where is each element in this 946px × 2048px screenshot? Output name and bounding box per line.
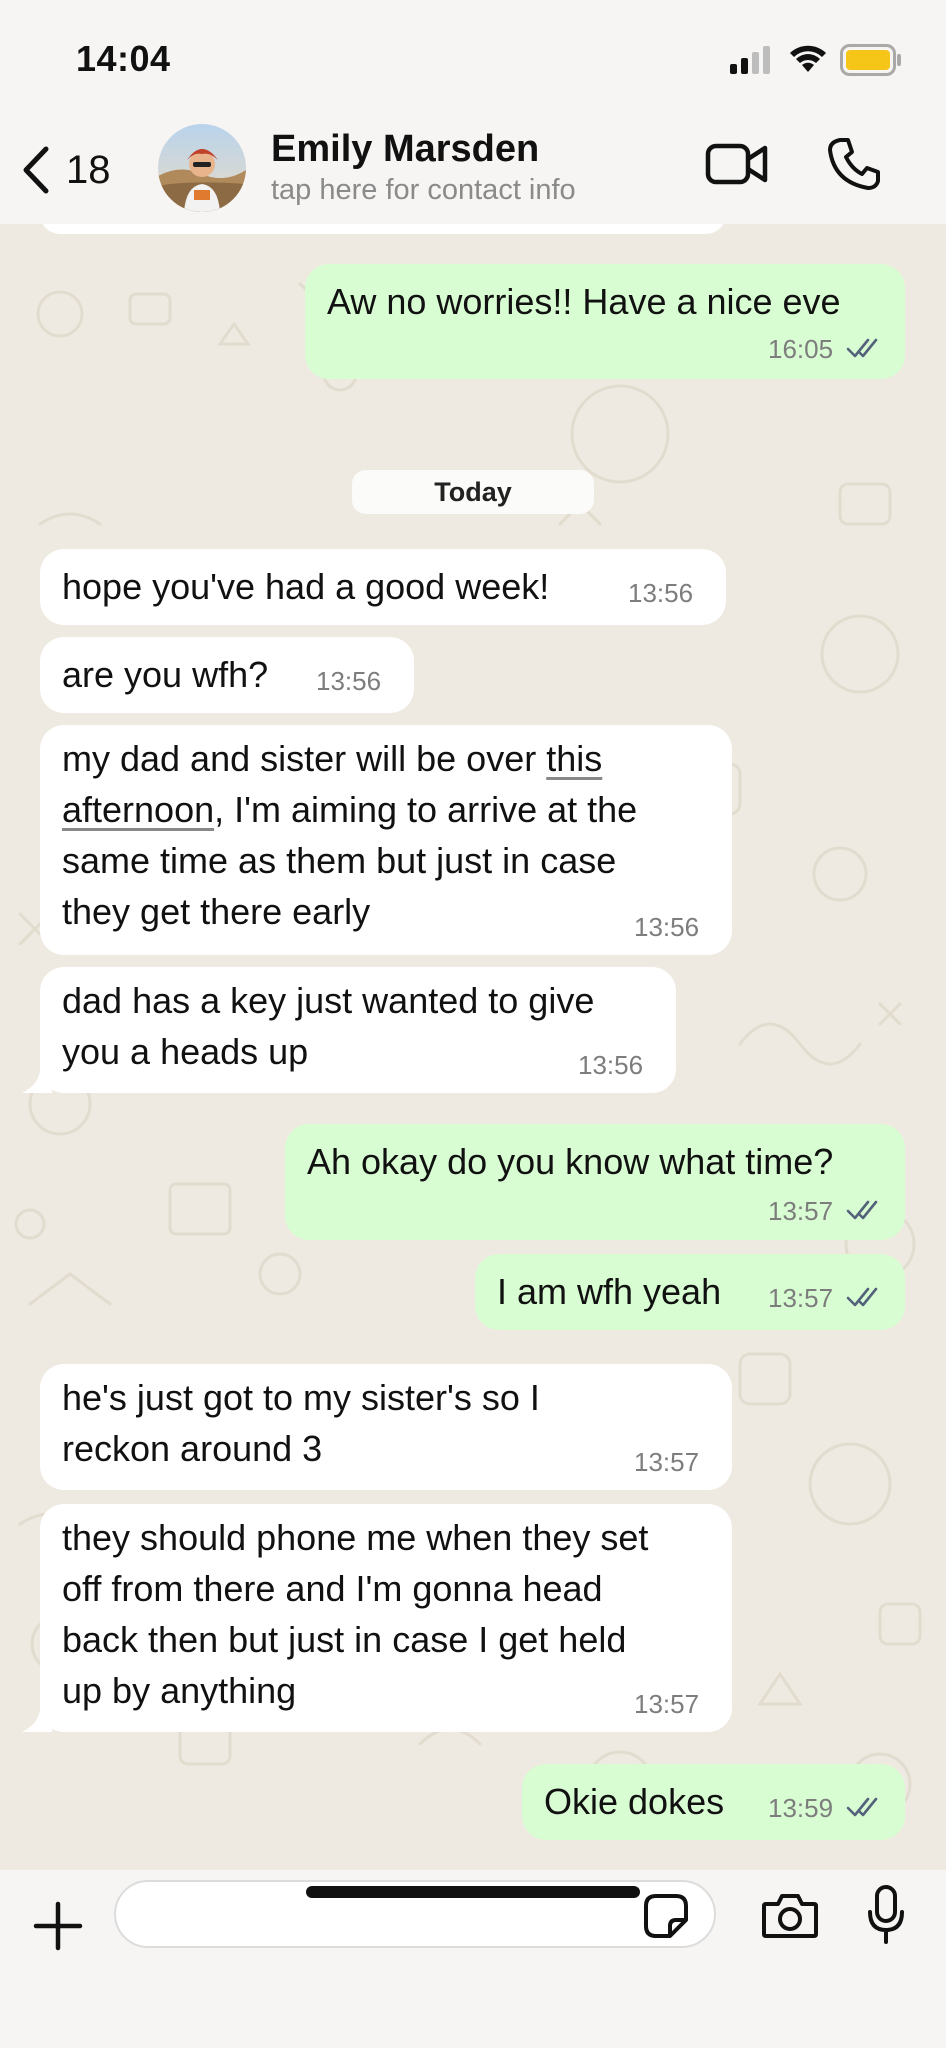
message-incoming[interactable]: are you wfh? 13:56 xyxy=(40,637,414,713)
date-link[interactable]: afternoon xyxy=(62,789,214,830)
message-outgoing[interactable]: Aw no worries!! Have a nice eve 16:05 xyxy=(305,264,905,379)
message-bubble-clipped xyxy=(40,224,726,234)
unread-count: 18 xyxy=(66,147,111,192)
chat-header: 18 Emily Marsden tap here for contact in… xyxy=(0,118,946,224)
message-text: they should phone me when they set off f… xyxy=(62,1517,649,1711)
message-text: I am wfh yeah xyxy=(497,1271,722,1312)
message-time: 13:56 xyxy=(316,666,382,696)
plus-icon[interactable] xyxy=(30,1898,86,1954)
message-incoming[interactable]: he's just got to my sister's so I reckon… xyxy=(40,1364,732,1490)
chevron-left-icon xyxy=(23,146,49,194)
status-bar: 14:04 xyxy=(0,0,946,118)
battery-icon xyxy=(840,44,901,76)
message-time: 16:05 xyxy=(768,334,834,364)
message-text: Aw no worries!! Have a nice eve xyxy=(327,281,841,322)
signal-icon xyxy=(730,46,770,74)
microphone-icon[interactable] xyxy=(866,1884,906,1946)
camera-icon[interactable] xyxy=(760,1890,820,1942)
message-incoming[interactable]: my dad and sister will be over this afte… xyxy=(40,725,732,955)
message-time: 13:59 xyxy=(768,1793,834,1823)
message-incoming[interactable]: they should phone me when they set off f… xyxy=(40,1504,732,1732)
message-list[interactable]: Aw no worries!! Have a nice eve 16:05 To… xyxy=(0,224,946,1870)
message-time: 13:57 xyxy=(768,1196,834,1226)
message-time: 13:56 xyxy=(634,912,700,942)
read-receipt-icon xyxy=(846,338,878,358)
message-text: dad has a key just wanted to give you a … xyxy=(62,980,595,1072)
message-text: hope you've had a good week! xyxy=(62,566,550,607)
phone-icon[interactable] xyxy=(826,136,882,192)
home-indicator xyxy=(306,1886,640,1898)
bubble-tail xyxy=(22,1710,52,1732)
contact-name[interactable]: Emily Marsden xyxy=(271,128,539,171)
read-receipt-icon xyxy=(846,1797,878,1817)
back-button[interactable]: 18 xyxy=(18,140,111,200)
sticker-icon[interactable] xyxy=(642,1892,690,1940)
bubble-tail xyxy=(22,1071,52,1093)
message-outgoing[interactable]: Ah okay do you know what time? 13:57 xyxy=(285,1124,905,1240)
date-divider: Today xyxy=(352,470,594,514)
message-outgoing[interactable]: Okie dokes 13:59 xyxy=(522,1764,905,1840)
message-text: Okie dokes xyxy=(544,1781,725,1822)
message-time: 13:57 xyxy=(634,1447,700,1477)
avatar[interactable] xyxy=(158,124,246,212)
message-time: 13:56 xyxy=(578,1050,644,1080)
message-text: Ah okay do you know what time? xyxy=(307,1141,834,1182)
read-receipt-icon xyxy=(846,1287,878,1307)
message-outgoing[interactable]: I am wfh yeah 13:57 xyxy=(475,1254,905,1330)
date-link[interactable]: this xyxy=(546,738,602,779)
message-incoming[interactable]: hope you've had a good week! 13:56 xyxy=(40,549,726,625)
message-text: my dad and sister will be over this afte… xyxy=(62,738,638,932)
wifi-icon xyxy=(790,45,826,72)
message-time: 13:57 xyxy=(634,1689,700,1719)
message-text: are you wfh? xyxy=(62,654,269,695)
status-time: 14:04 xyxy=(76,38,171,79)
message-text: he's just got to my sister's so I reckon… xyxy=(62,1377,540,1469)
message-time: 13:57 xyxy=(768,1283,834,1313)
video-call-icon[interactable] xyxy=(705,140,769,188)
read-receipt-icon xyxy=(846,1200,878,1220)
avatar-image xyxy=(158,124,246,212)
message-incoming[interactable]: dad has a key just wanted to give you a … xyxy=(40,967,676,1093)
contact-info-hint[interactable]: tap here for contact info xyxy=(271,174,576,207)
message-time: 13:56 xyxy=(628,578,694,608)
